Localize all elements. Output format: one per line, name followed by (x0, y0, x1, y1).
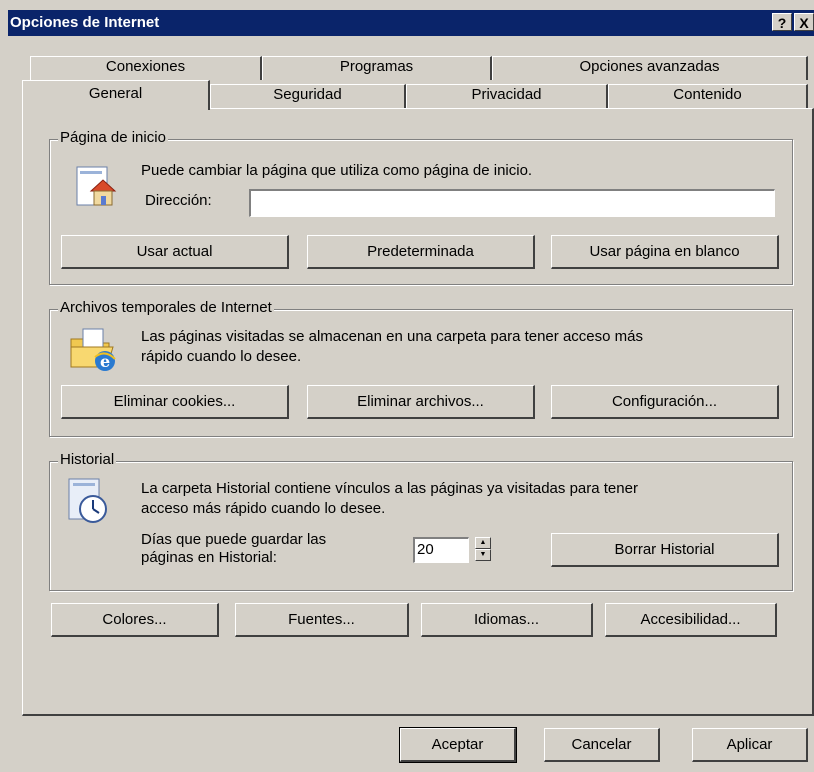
button-label: Eliminar archivos... (357, 393, 484, 410)
tab-label: General (88, 85, 143, 102)
accessibility-button[interactable]: Accesibilidad... (605, 603, 777, 637)
history-description-line2: acceso más rápido cuando lo desee. (141, 500, 386, 517)
fonts-button[interactable]: Fuentes... (235, 603, 409, 637)
use-default-button[interactable]: Predeterminada (307, 235, 535, 269)
help-button[interactable]: ? (772, 13, 792, 31)
tab-panel-general: Página de inicio Puede cambiar la página… (22, 108, 814, 716)
close-button[interactable]: X (794, 13, 814, 31)
button-label: Borrar Historial (614, 541, 715, 558)
button-label: Idiomas... (473, 611, 540, 628)
clear-history-button[interactable]: Borrar Historial (551, 533, 779, 567)
button-label: Cancelar (571, 736, 632, 753)
tab-label: Programas (339, 58, 414, 75)
temp-files-description-line2: rápido cuando lo desee. (141, 348, 302, 365)
temp-files-folder-icon: e (70, 328, 116, 371)
use-current-button[interactable]: Usar actual (61, 235, 289, 269)
address-input[interactable] (249, 189, 775, 217)
delete-cookies-button[interactable]: Eliminar cookies... (61, 385, 289, 419)
spinner-down-icon[interactable]: ▼ (475, 549, 491, 561)
home-page-description: Puede cambiar la página que utiliza como… (141, 162, 533, 179)
button-label: Predeterminada (367, 243, 474, 260)
tab-label: Privacidad (471, 86, 542, 103)
tab-privacidad[interactable]: Privacidad (406, 84, 608, 108)
tab-label: Opciones avanzadas (579, 58, 720, 75)
button-label: Usar página en blanco (589, 243, 740, 260)
button-label: Accesibilidad... (640, 611, 741, 628)
delete-files-button[interactable]: Eliminar archivos... (307, 385, 535, 419)
tab-label: Contenido (673, 86, 742, 103)
tab-conexiones[interactable]: Conexiones (30, 56, 262, 80)
group-legend: Historial (58, 451, 117, 468)
history-icon (68, 478, 107, 523)
button-label: Usar actual (136, 243, 213, 260)
apply-button[interactable]: Aplicar (692, 728, 808, 762)
days-spinner-arrows[interactable]: ▲ ▼ (475, 537, 491, 561)
tab-contenido[interactable]: Contenido (608, 84, 808, 108)
cancel-button[interactable]: Cancelar (544, 728, 660, 762)
tab-label: Conexiones (105, 58, 186, 75)
button-label: Eliminar cookies... (113, 393, 236, 410)
address-label: Dirección: (145, 192, 212, 209)
tab-seguridad[interactable]: Seguridad (210, 84, 406, 108)
button-label: Fuentes... (288, 611, 355, 628)
button-label: Configuración... (611, 393, 718, 410)
spinner-up-icon[interactable]: ▲ (475, 537, 491, 549)
settings-button[interactable]: Configuración... (551, 385, 779, 419)
days-label-line2: páginas en Historial: (141, 549, 277, 566)
tab-programas[interactable]: Programas (262, 56, 492, 80)
languages-button[interactable]: Idiomas... (421, 603, 593, 637)
tab-opciones-avanzadas[interactable]: Opciones avanzadas (492, 56, 808, 80)
days-label-line1: Días que puede guardar las (141, 531, 327, 548)
title-bar[interactable]: Opciones de Internet ? X (8, 10, 814, 36)
home-page-icon (76, 166, 117, 206)
window-title: Opciones de Internet (10, 14, 160, 31)
colors-button[interactable]: Colores... (51, 603, 219, 637)
button-label: Colores... (102, 611, 167, 628)
days-spinner-input[interactable]: 20 (413, 537, 469, 563)
use-blank-button[interactable]: Usar página en blanco (551, 235, 779, 269)
temp-files-description-line1: Las páginas visitadas se almacenan en un… (141, 328, 643, 345)
ok-button[interactable]: Aceptar (399, 727, 517, 763)
button-label: Aceptar (431, 736, 484, 753)
group-legend: Página de inicio (58, 129, 168, 146)
history-description-line1: La carpeta Historial contiene vínculos a… (141, 480, 638, 497)
button-label: Aplicar (726, 736, 773, 753)
tab-label: Seguridad (273, 86, 342, 103)
group-legend: Archivos temporales de Internet (58, 299, 274, 316)
tab-general[interactable]: General (22, 80, 210, 110)
internet-options-dialog: Opciones de Internet ? X Conexiones Prog… (0, 0, 814, 772)
